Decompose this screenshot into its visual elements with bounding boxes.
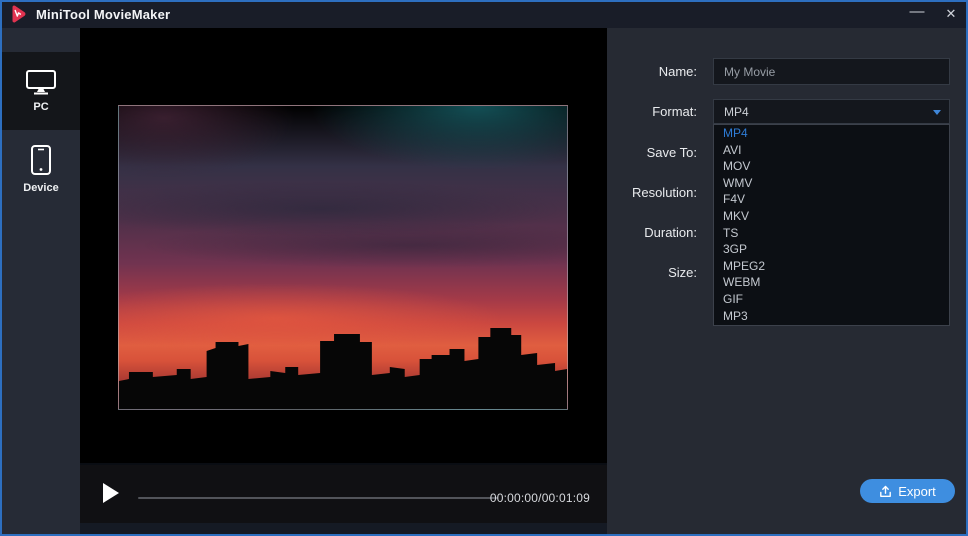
app-title: MiniTool MovieMaker bbox=[36, 7, 170, 22]
format-option[interactable]: WMV bbox=[714, 175, 949, 192]
sidebar-item-label: PC bbox=[33, 101, 48, 113]
time-display: 00:00:00/00:01:09 bbox=[490, 491, 590, 505]
export-panel: Name: Format: MP4 Save To: Resolution: D… bbox=[607, 28, 966, 534]
format-option[interactable]: MP3 bbox=[714, 308, 949, 325]
player-bar: 00:00:00/00:01:09 bbox=[80, 463, 607, 523]
chevron-down-icon bbox=[933, 110, 941, 115]
format-option[interactable]: MPEG2 bbox=[714, 258, 949, 275]
city-skyline-silhouette bbox=[119, 317, 567, 409]
sidebar-item-label: Device bbox=[23, 182, 58, 194]
export-button[interactable]: Export bbox=[860, 479, 955, 503]
format-option[interactable]: GIF bbox=[714, 291, 949, 308]
seek-bar[interactable] bbox=[138, 497, 498, 499]
format-option[interactable]: F4V bbox=[714, 191, 949, 208]
size-label: Size: bbox=[607, 265, 697, 280]
close-button[interactable]: ✕ bbox=[934, 0, 968, 28]
window-controls: — ✕ bbox=[900, 0, 968, 28]
video-preview-frame bbox=[118, 105, 568, 410]
resolution-label: Resolution: bbox=[607, 185, 697, 200]
name-label: Name: bbox=[607, 64, 697, 79]
format-option[interactable]: 3GP bbox=[714, 241, 949, 258]
title-bar: MiniTool MovieMaker — ✕ bbox=[0, 0, 968, 28]
format-option[interactable]: MP4 bbox=[714, 125, 949, 142]
format-label: Format: bbox=[607, 104, 697, 119]
format-select[interactable]: MP4 bbox=[713, 99, 950, 124]
duration-label: Duration: bbox=[607, 225, 697, 240]
play-button[interactable] bbox=[99, 480, 123, 506]
preview-stage bbox=[80, 28, 607, 463]
format-option[interactable]: TS bbox=[714, 225, 949, 242]
format-option[interactable]: MOV bbox=[714, 158, 949, 175]
sidebar: PC Device bbox=[2, 28, 80, 534]
play-icon bbox=[102, 482, 120, 504]
format-option[interactable]: AVI bbox=[714, 142, 949, 159]
save-to-label: Save To: bbox=[607, 145, 697, 160]
format-option[interactable]: MKV bbox=[714, 208, 949, 225]
smartphone-icon bbox=[29, 144, 53, 176]
app-logo-icon bbox=[8, 4, 28, 24]
sidebar-item-device[interactable]: Device bbox=[2, 130, 80, 208]
monitor-icon bbox=[25, 69, 57, 95]
format-dropdown: MP4 AVI MOV WMV F4V MKV TS 3GP MPEG2 WEB… bbox=[713, 124, 950, 326]
minimize-button[interactable]: — bbox=[900, 0, 934, 28]
format-select-value: MP4 bbox=[724, 105, 749, 119]
name-input[interactable] bbox=[713, 58, 950, 85]
upload-icon bbox=[879, 485, 892, 498]
export-button-label: Export bbox=[898, 484, 936, 499]
format-option[interactable]: WEBM bbox=[714, 274, 949, 291]
sidebar-item-pc[interactable]: PC bbox=[2, 52, 80, 130]
